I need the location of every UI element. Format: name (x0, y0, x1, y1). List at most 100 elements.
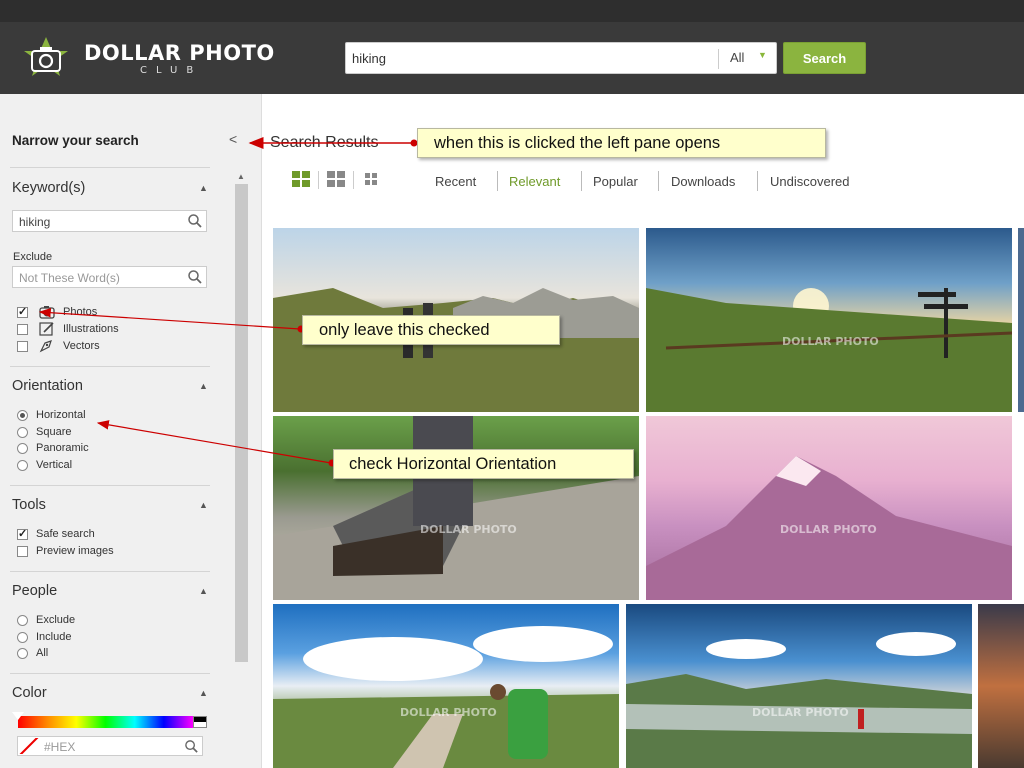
scroll-up-icon[interactable]: ▲ (237, 172, 245, 181)
chevron-down-icon[interactable]: ▼ (758, 50, 767, 60)
black-white-swatch[interactable] (193, 716, 207, 728)
people-section-title[interactable]: People (12, 583, 57, 599)
view-separator (353, 171, 354, 189)
safe-search-checkbox[interactable] (17, 527, 28, 540)
annotation-callout-orientation: check Horizontal Orientation (333, 449, 634, 479)
vectors-label: Vectors (63, 340, 100, 352)
horizontal-label: Horizontal (36, 409, 86, 421)
photo-tile[interactable] (646, 228, 1012, 412)
photos-checkbox[interactable] (17, 305, 28, 318)
chevron-left-icon[interactable]: < (229, 131, 237, 147)
people-all-label: All (36, 647, 49, 659)
safe-search-label: Safe search (36, 528, 95, 540)
keyword-field-value[interactable]: hiking (19, 215, 50, 229)
photo-tile-partial[interactable] (978, 604, 1024, 768)
annotation-callout-photos: only leave this checked (302, 315, 560, 345)
photos-label: Photos (63, 306, 98, 318)
pen-nib-icon (39, 340, 52, 353)
exclude-field-placeholder[interactable]: Not These Word(s) (19, 271, 120, 285)
people-exclude-label: Exclude (36, 614, 76, 626)
sort-separator (581, 171, 582, 191)
annotation-callout-pane: when this is clicked the left pane opens (417, 128, 826, 158)
tools-section-title[interactable]: Tools (12, 497, 46, 513)
color-section-title[interactable]: Color (12, 685, 47, 701)
exclude-field[interactable]: Not These Word(s) (12, 266, 207, 288)
sidebar-scrollbar[interactable]: ▲ (234, 172, 248, 768)
small-grid-icon[interactable] (364, 171, 382, 187)
divider (10, 571, 210, 572)
horizontal-radio[interactable] (17, 410, 28, 421)
panoramic-radio[interactable] (17, 443, 28, 454)
view-separator (318, 171, 319, 189)
color-spectrum-slider[interactable] (18, 716, 193, 728)
no-color-swatch-icon[interactable] (19, 738, 39, 754)
sidebar-title: Narrow your search (12, 133, 139, 148)
photo-watermark: DOLLAR PHOTO (400, 706, 497, 719)
photo-tile[interactable] (273, 416, 639, 600)
divider (10, 167, 210, 168)
photo-watermark: DOLLAR PHOTO (780, 523, 877, 536)
photo-sunset-signpost (646, 288, 1012, 412)
sort-popular[interactable]: Popular (593, 174, 638, 189)
chevron-up-icon[interactable]: ▲ (199, 586, 208, 596)
preview-images-checkbox[interactable] (17, 546, 28, 557)
chevron-up-icon[interactable]: ▲ (199, 183, 208, 193)
illustrations-checkbox[interactable] (17, 324, 28, 335)
vertical-label: Vertical (36, 459, 73, 471)
keywords-section-title[interactable]: Keyword(s) (12, 180, 85, 196)
all-radio[interactable] (17, 648, 28, 659)
photo-tile[interactable] (626, 604, 972, 768)
search-icon[interactable] (184, 739, 199, 754)
people-include-label: Include (36, 631, 72, 643)
logo-subtitle: CLUB (140, 65, 203, 76)
sort-recent[interactable]: Recent (435, 174, 476, 189)
photo-pink-mountain (646, 456, 1012, 600)
search-button[interactable]: Search (783, 42, 866, 74)
search-input-value[interactable]: hiking (352, 51, 386, 66)
keyword-field[interactable]: hiking (12, 210, 207, 232)
exclude-label: Exclude (13, 251, 53, 263)
sort-separator (497, 171, 498, 191)
exclude-radio[interactable] (17, 615, 28, 626)
color-slider-handle[interactable] (12, 712, 24, 720)
photo-backpacker-trail (273, 626, 619, 768)
photo-boot-boardwalk (273, 416, 639, 600)
sort-separator (757, 171, 758, 191)
category-select[interactable]: All (730, 50, 744, 65)
sort-relevant[interactable]: Relevant (509, 174, 560, 189)
results-title: Search Results (270, 134, 379, 151)
large-grid-icon[interactable] (292, 171, 310, 187)
illustrations-label: Illustrations (63, 323, 119, 335)
photo-watermark: DOLLAR PHOTO (420, 523, 517, 536)
pencil-icon (39, 322, 54, 336)
logo-camera-star-icon[interactable] (20, 36, 72, 80)
chevron-up-icon[interactable]: ▲ (199, 688, 208, 698)
include-radio[interactable] (17, 632, 28, 643)
sort-separator (658, 171, 659, 191)
search-input[interactable]: hiking All ▼ (345, 42, 777, 74)
logo-title[interactable]: DOLLAR PHOTO (84, 41, 275, 65)
vectors-checkbox[interactable] (17, 341, 28, 352)
photo-tile-partial[interactable] (1018, 228, 1024, 412)
preview-images-label: Preview images (36, 545, 114, 557)
photo-watermark: DOLLAR PHOTO (752, 706, 849, 719)
chevron-up-icon[interactable]: ▲ (199, 500, 208, 510)
square-label: Square (36, 426, 72, 438)
divider (10, 366, 210, 367)
search-icon[interactable] (187, 213, 203, 229)
hex-color-field[interactable]: #HEX (17, 736, 203, 756)
search-icon[interactable] (187, 269, 203, 285)
scrollbar-thumb[interactable] (235, 184, 248, 662)
sort-downloads[interactable]: Downloads (671, 174, 735, 189)
orientation-section-title[interactable]: Orientation (12, 378, 83, 394)
medium-grid-icon[interactable] (327, 171, 345, 187)
photo-tile[interactable] (646, 416, 1012, 600)
hex-field-placeholder[interactable]: #HEX (44, 740, 75, 754)
photo-tile[interactable] (273, 604, 619, 768)
browser-top-strip (0, 0, 1024, 22)
sort-undiscovered[interactable]: Undiscovered (770, 174, 850, 189)
chevron-up-icon[interactable]: ▲ (199, 381, 208, 391)
square-radio[interactable] (17, 427, 28, 438)
photo-valley-hiker (626, 632, 972, 768)
vertical-radio[interactable] (17, 460, 28, 471)
